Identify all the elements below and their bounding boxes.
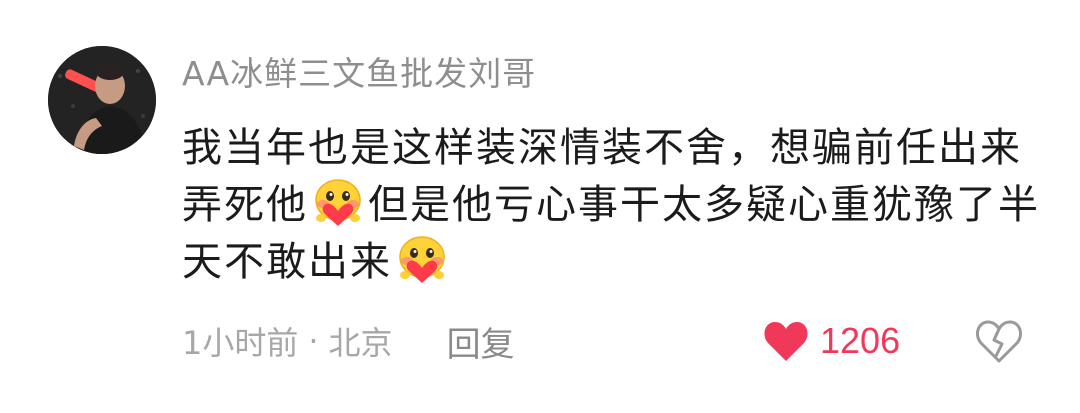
blush-heart-emoji-icon xyxy=(399,236,445,283)
username[interactable]: AA冰鲜三文鱼批发刘哥 xyxy=(182,52,536,96)
broken-heart-icon[interactable] xyxy=(974,318,1024,364)
like-button[interactable]: 1206 xyxy=(762,316,900,366)
blush-heart-emoji-icon xyxy=(315,179,361,226)
like-count: 1206 xyxy=(820,320,901,361)
comment-item: AA冰鲜三文鱼批发刘哥 我当年也是这样装深情装不舍，想骗前任出来弄死他 但是他亏… xyxy=(0,0,1080,413)
comment-location: 北京 xyxy=(328,324,393,362)
meta-separator: · xyxy=(308,322,319,360)
heart-filled-icon xyxy=(764,322,808,361)
comment-text: 我当年也是这样装深情装不舍，想骗前任出来弄死他 但是他亏心事干太多疑心重犹豫了半… xyxy=(182,120,1042,291)
reply-button[interactable]: 回复 xyxy=(447,317,515,366)
avatar-photo xyxy=(48,46,156,154)
comment-meta: 1小时前 · 北京 回复 xyxy=(182,317,515,366)
comment-time: 1小时前 xyxy=(182,324,299,362)
avatar[interactable] xyxy=(48,46,156,154)
